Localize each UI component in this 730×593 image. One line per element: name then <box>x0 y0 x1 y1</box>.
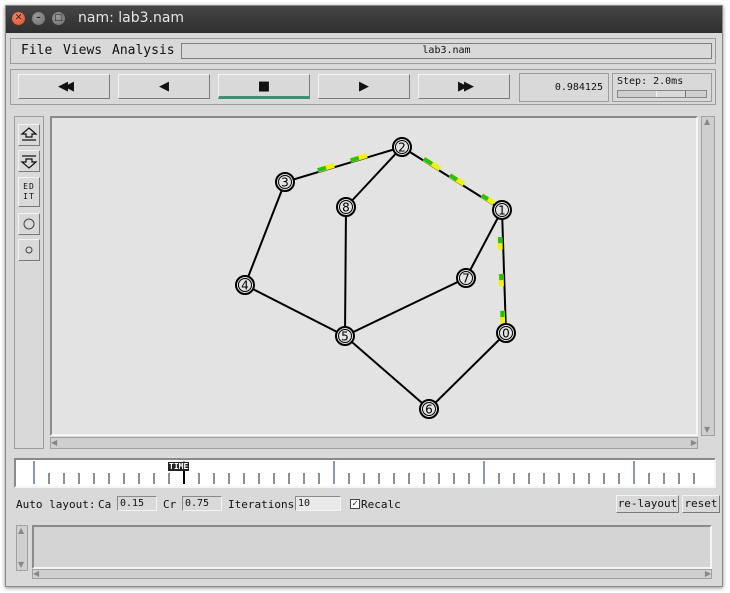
node-label: 8 <box>342 201 350 215</box>
iterations-label: Iterations <box>228 498 295 511</box>
scroll-down-icon[interactable]: ▼ <box>704 425 710 435</box>
auto-layout-label: Auto layout: <box>16 498 96 511</box>
node-label: 2 <box>398 141 406 155</box>
rewind-button[interactable]: ◀◀ <box>18 74 110 99</box>
network-canvas[interactable]: 0 1 2 3 4 5 6 7 8 <box>50 116 698 436</box>
nam-window: ✕ – □ nam: lab3.nam File Views Analysis … <box>5 5 723 587</box>
rewind-icon: ◀◀ <box>58 79 74 94</box>
link-4-5[interactable] <box>244 284 346 337</box>
panel-horizontal-scrollbar[interactable]: ◀ ▶ <box>32 569 712 579</box>
node-label: 4 <box>241 279 249 293</box>
cr-input[interactable]: 0.75 <box>182 496 222 511</box>
panel-scroll-left-icon[interactable]: ◀ <box>33 569 39 579</box>
node-label: 5 <box>341 330 349 344</box>
node-3[interactable]: 3 <box>275 172 295 192</box>
node-label: 0 <box>502 327 510 341</box>
stop-button[interactable]: ■ <box>218 74 310 99</box>
panel-scroll-right-icon[interactable]: ▶ <box>705 569 711 579</box>
node-label: 6 <box>425 403 433 417</box>
ca-label: Ca <box>98 498 112 511</box>
menu-file[interactable]: File <box>21 43 52 58</box>
auto-layout-bar: Auto layout: Ca 0.15 Cr 0.75 Iterations … <box>14 495 720 515</box>
panel-scroll-down-icon[interactable]: ▼ <box>18 560 24 570</box>
packet[interactable] <box>422 156 442 172</box>
playback-toolbar: ◀◀ ◀ ■ ▶ ▶▶ 0.984125 Step: 2.0ms <box>10 69 716 105</box>
back-icon: ◀ <box>159 79 169 94</box>
node-label: 7 <box>462 272 470 286</box>
zoom-in-button[interactable] <box>18 124 40 146</box>
annotation-panel: ▲ ▼ ◀ ▶ <box>14 523 716 579</box>
stop-icon: ■ <box>257 79 271 94</box>
relayout-button[interactable]: re-layout <box>616 495 679 513</box>
window-title: nam: lab3.nam <box>78 10 185 26</box>
maximize-window-button[interactable]: □ <box>52 12 65 25</box>
node-7[interactable]: 7 <box>456 268 476 288</box>
menu-analysis[interactable]: Analysis <box>112 43 175 58</box>
network-graph: 0 1 2 3 4 5 6 7 8 <box>235 137 516 419</box>
fast-forward-button[interactable]: ▶▶ <box>418 74 510 99</box>
tool-palette: EDIT <box>14 116 44 449</box>
scroll-up-icon[interactable]: ▲ <box>704 117 710 127</box>
node-8[interactable]: 8 <box>336 197 356 217</box>
node-1[interactable]: 1 <box>492 200 512 220</box>
add-small-node-button[interactable] <box>18 239 40 261</box>
panel-vertical-scrollbar[interactable]: ▲ ▼ <box>16 525 28 571</box>
minimize-window-button[interactable]: – <box>32 12 45 25</box>
link-5-6[interactable] <box>344 335 430 410</box>
fast-forward-icon: ▶▶ <box>458 79 474 94</box>
node-2[interactable]: 2 <box>392 137 412 157</box>
annotation-list[interactable] <box>32 525 712 569</box>
node-4[interactable]: 4 <box>235 275 255 295</box>
current-time-display: 0.984125 <box>519 73 609 102</box>
step-slider[interactable] <box>617 90 707 98</box>
edit-label: EDIT <box>23 182 35 201</box>
time-marker[interactable]: TIME <box>168 462 190 471</box>
step-control: Step: 2.0ms <box>612 73 712 102</box>
link-5-7[interactable] <box>344 277 467 337</box>
reset-button[interactable]: reset <box>682 495 720 513</box>
file-name-field: lab3.nam <box>181 43 712 59</box>
cr-label: Cr <box>163 498 177 511</box>
canvas-horizontal-scrollbar[interactable]: ◀ ▶ <box>50 437 698 449</box>
zoom-out-button[interactable] <box>18 150 40 172</box>
node-label: 1 <box>498 204 506 218</box>
menu-bar: File Views Analysis lab3.nam <box>10 38 716 64</box>
edit-mode-button[interactable]: EDIT <box>18 177 40 207</box>
packet[interactable] <box>317 162 335 173</box>
step-label: Step: 2.0ms <box>617 76 684 87</box>
timeline-ticks <box>33 461 695 484</box>
scroll-left-icon[interactable]: ◀ <box>51 438 57 448</box>
small-circle-icon <box>25 246 33 254</box>
node-circle-icon <box>23 218 35 230</box>
step-back-button[interactable]: ◀ <box>118 74 210 99</box>
zoom-out-icon <box>20 155 38 169</box>
link-6-0[interactable] <box>428 332 507 410</box>
timeline[interactable]: TIME <box>14 458 716 488</box>
packet[interactable] <box>480 193 496 206</box>
play-icon: ▶ <box>359 79 369 94</box>
zoom-in-icon <box>20 127 38 141</box>
node-label: 3 <box>281 176 289 190</box>
panel-scroll-up-icon[interactable]: ▲ <box>18 526 24 536</box>
recalc-label: Recalc <box>361 498 401 511</box>
ca-input[interactable]: 0.15 <box>117 496 157 511</box>
node-5[interactable]: 5 <box>335 326 355 346</box>
link-7-1[interactable] <box>465 209 503 279</box>
step-slider-handle[interactable] <box>656 91 686 97</box>
iterations-input[interactable]: 10 <box>295 496 341 511</box>
network-view: 0 1 2 3 4 5 6 7 8 ▲ ▼ ◀ ▶ <box>46 116 717 449</box>
link-3-4[interactable] <box>244 181 286 286</box>
node-6[interactable]: 6 <box>419 399 439 419</box>
packet[interactable] <box>349 153 368 163</box>
menu-views[interactable]: Views <box>63 43 102 58</box>
title-bar: ✕ – □ nam: lab3.nam <box>6 6 722 33</box>
add-node-button[interactable] <box>18 213 40 235</box>
canvas-vertical-scrollbar[interactable]: ▲ ▼ <box>701 116 715 436</box>
scroll-right-icon[interactable]: ▶ <box>691 438 697 448</box>
node-0[interactable]: 0 <box>496 323 516 343</box>
close-window-button[interactable]: ✕ <box>12 12 25 25</box>
play-button[interactable]: ▶ <box>318 74 410 99</box>
link-8-5[interactable] <box>344 206 347 337</box>
recalc-checkbox[interactable]: ✓ <box>350 499 360 509</box>
